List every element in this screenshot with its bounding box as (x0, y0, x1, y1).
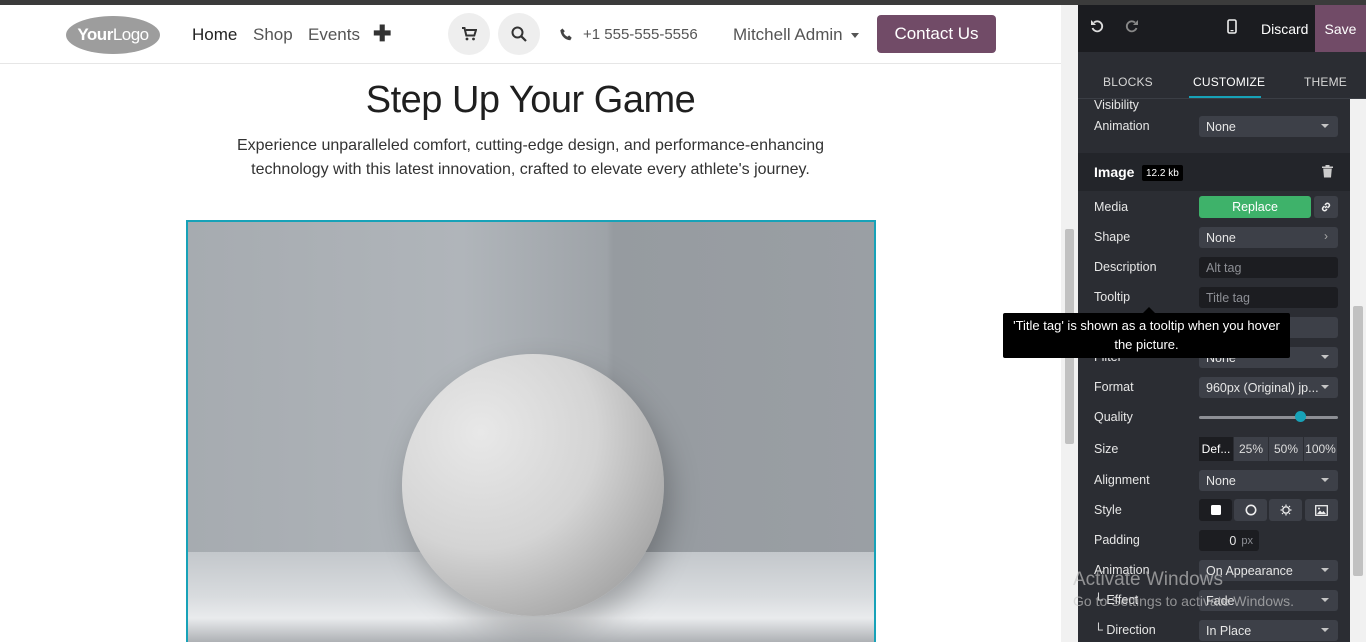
user-menu[interactable]: Mitchell Admin (733, 25, 859, 45)
alignment-value: None (1206, 473, 1236, 488)
hero-title: Step Up Your Game (365, 79, 696, 121)
chevron-down-icon (1321, 385, 1329, 389)
size-segmented-control: Def... 25% 50% 100% (1199, 437, 1338, 461)
watermark-line-1: Activate Windows (1073, 569, 1223, 590)
quality-slider-handle[interactable] (1294, 411, 1306, 422)
shape-select[interactable]: None › (1199, 227, 1338, 248)
chevron-down-icon (1321, 124, 1329, 128)
animation-top-select[interactable]: None (1199, 116, 1338, 137)
animation-top-value: None (1206, 119, 1236, 134)
hero-subtitle: Experience unparalleled comfort, cutting… (236, 137, 825, 178)
size-option-100[interactable]: 100% (1304, 437, 1338, 461)
site-navbar: Your Logo Home Shop Events ✚ +1 555-555-5… (0, 5, 1061, 64)
image-size-badge: 12.2 kb (1142, 165, 1183, 181)
circle-icon (1245, 504, 1256, 516)
size-option-default[interactable]: Def... (1199, 437, 1234, 461)
sun-icon (1280, 504, 1291, 516)
shape-label: Shape (1094, 230, 1131, 244)
user-name: Mitchell Admin (733, 25, 843, 44)
phone-icon (560, 28, 572, 41)
website-preview: Your Logo Home Shop Events ✚ +1 555-555-5… (0, 5, 1061, 642)
format-value: 960px (Original) jp... (1206, 380, 1319, 395)
format-select[interactable]: 960px (Original) jp... (1199, 377, 1338, 398)
discard-button[interactable]: Discard (1261, 21, 1308, 37)
logo-text-thin: Logo (112, 25, 149, 44)
style-image-button[interactable] (1305, 499, 1338, 521)
direction-select[interactable]: In Place (1199, 620, 1338, 641)
chevron-down-icon (1321, 628, 1329, 632)
size-label: Size (1094, 442, 1119, 456)
style-square-button[interactable] (1199, 499, 1232, 521)
size-option-25[interactable]: 25% (1234, 437, 1269, 461)
chevron-right-icon: › (1324, 229, 1328, 243)
direction-label: └ Direction (1094, 623, 1156, 637)
tooltip-input[interactable]: Title tag (1199, 287, 1338, 308)
style-label: Style (1094, 503, 1122, 517)
cart-button[interactable] (448, 13, 490, 55)
quality-label: Quality (1094, 410, 1133, 424)
format-label: Format (1094, 380, 1134, 394)
title-tag-tooltip: 'Title tag' is shown as a tooltip when y… (1003, 307, 1290, 358)
chevron-down-icon (850, 32, 859, 38)
link-button[interactable] (1314, 196, 1338, 218)
chevron-down-icon (1321, 568, 1329, 572)
nav-events[interactable]: Events (308, 25, 360, 45)
padding-unit: px (1241, 534, 1253, 547)
padding-input[interactable]: 0 px (1199, 530, 1259, 551)
save-button[interactable]: Save (1315, 5, 1366, 52)
media-label: Media (1094, 200, 1129, 214)
phone-link[interactable]: +1 555-555-5556 (560, 26, 698, 43)
mobile-preview-icon[interactable] (1227, 19, 1237, 39)
search-icon (511, 26, 527, 42)
trash-icon[interactable] (1322, 165, 1333, 183)
nav-home[interactable]: Home (192, 25, 237, 45)
animation-top-label: Animation (1094, 119, 1150, 133)
description-label: Description (1094, 260, 1157, 274)
quality-slider[interactable] (1199, 416, 1338, 419)
site-logo[interactable]: Your Logo (66, 16, 160, 54)
image-section-header: Image 12.2 kb (1078, 153, 1350, 191)
chevron-down-icon (1321, 598, 1329, 602)
chevron-down-icon (1321, 478, 1329, 482)
active-tab-indicator (1189, 96, 1261, 98)
panel-scrollbar-thumb[interactable] (1353, 306, 1363, 576)
watermark-line-2: Go to Settings to activate Windows. (1073, 593, 1294, 609)
logo-text-bold: Your (77, 25, 113, 44)
alignment-select[interactable]: None (1199, 470, 1338, 491)
square-icon (1210, 505, 1221, 515)
add-menu-icon[interactable]: ✚ (373, 21, 391, 47)
search-button[interactable] (498, 13, 540, 55)
panel-scrollbar[interactable] (1350, 99, 1366, 642)
tab-customize[interactable]: CUSTOMIZE (1193, 75, 1265, 89)
description-input[interactable]: Alt tag (1199, 257, 1338, 278)
style-shadow-button[interactable] (1269, 499, 1302, 521)
style-circle-button[interactable] (1234, 499, 1267, 521)
editor-tabs: BLOCKS CUSTOMIZE THEME (1078, 52, 1366, 99)
hero-image-selected[interactable] (186, 220, 876, 642)
nav-shop[interactable]: Shop (253, 25, 293, 45)
padding-label: Padding (1094, 533, 1140, 547)
tooltip-label: Tooltip (1094, 290, 1131, 304)
redo-icon[interactable] (1125, 19, 1139, 38)
image-sphere (402, 354, 664, 616)
size-option-50[interactable]: 50% (1269, 437, 1304, 461)
undo-icon[interactable] (1090, 19, 1104, 38)
visibility-label: Visibility (1094, 98, 1139, 112)
shape-value: None (1206, 230, 1236, 245)
image-section-title: Image (1094, 164, 1135, 180)
tab-theme[interactable]: THEME (1304, 75, 1347, 89)
alignment-label: Alignment (1094, 473, 1150, 487)
tab-blocks[interactable]: BLOCKS (1103, 75, 1153, 89)
phone-number: +1 555-555-5556 (583, 26, 698, 43)
replace-button[interactable]: Replace (1199, 196, 1311, 218)
direction-value: In Place (1206, 623, 1252, 638)
chevron-down-icon (1321, 355, 1329, 359)
link-icon (1321, 202, 1331, 212)
image-icon (1315, 504, 1328, 516)
padding-value: 0 (1229, 533, 1237, 548)
editor-toolbar: Discard Save (1078, 5, 1366, 52)
cart-icon (461, 27, 477, 41)
contact-us-button[interactable]: Contact Us (877, 15, 996, 53)
windows-activation-watermark: Activate Windows Go to Settings to activ… (1073, 569, 1294, 609)
